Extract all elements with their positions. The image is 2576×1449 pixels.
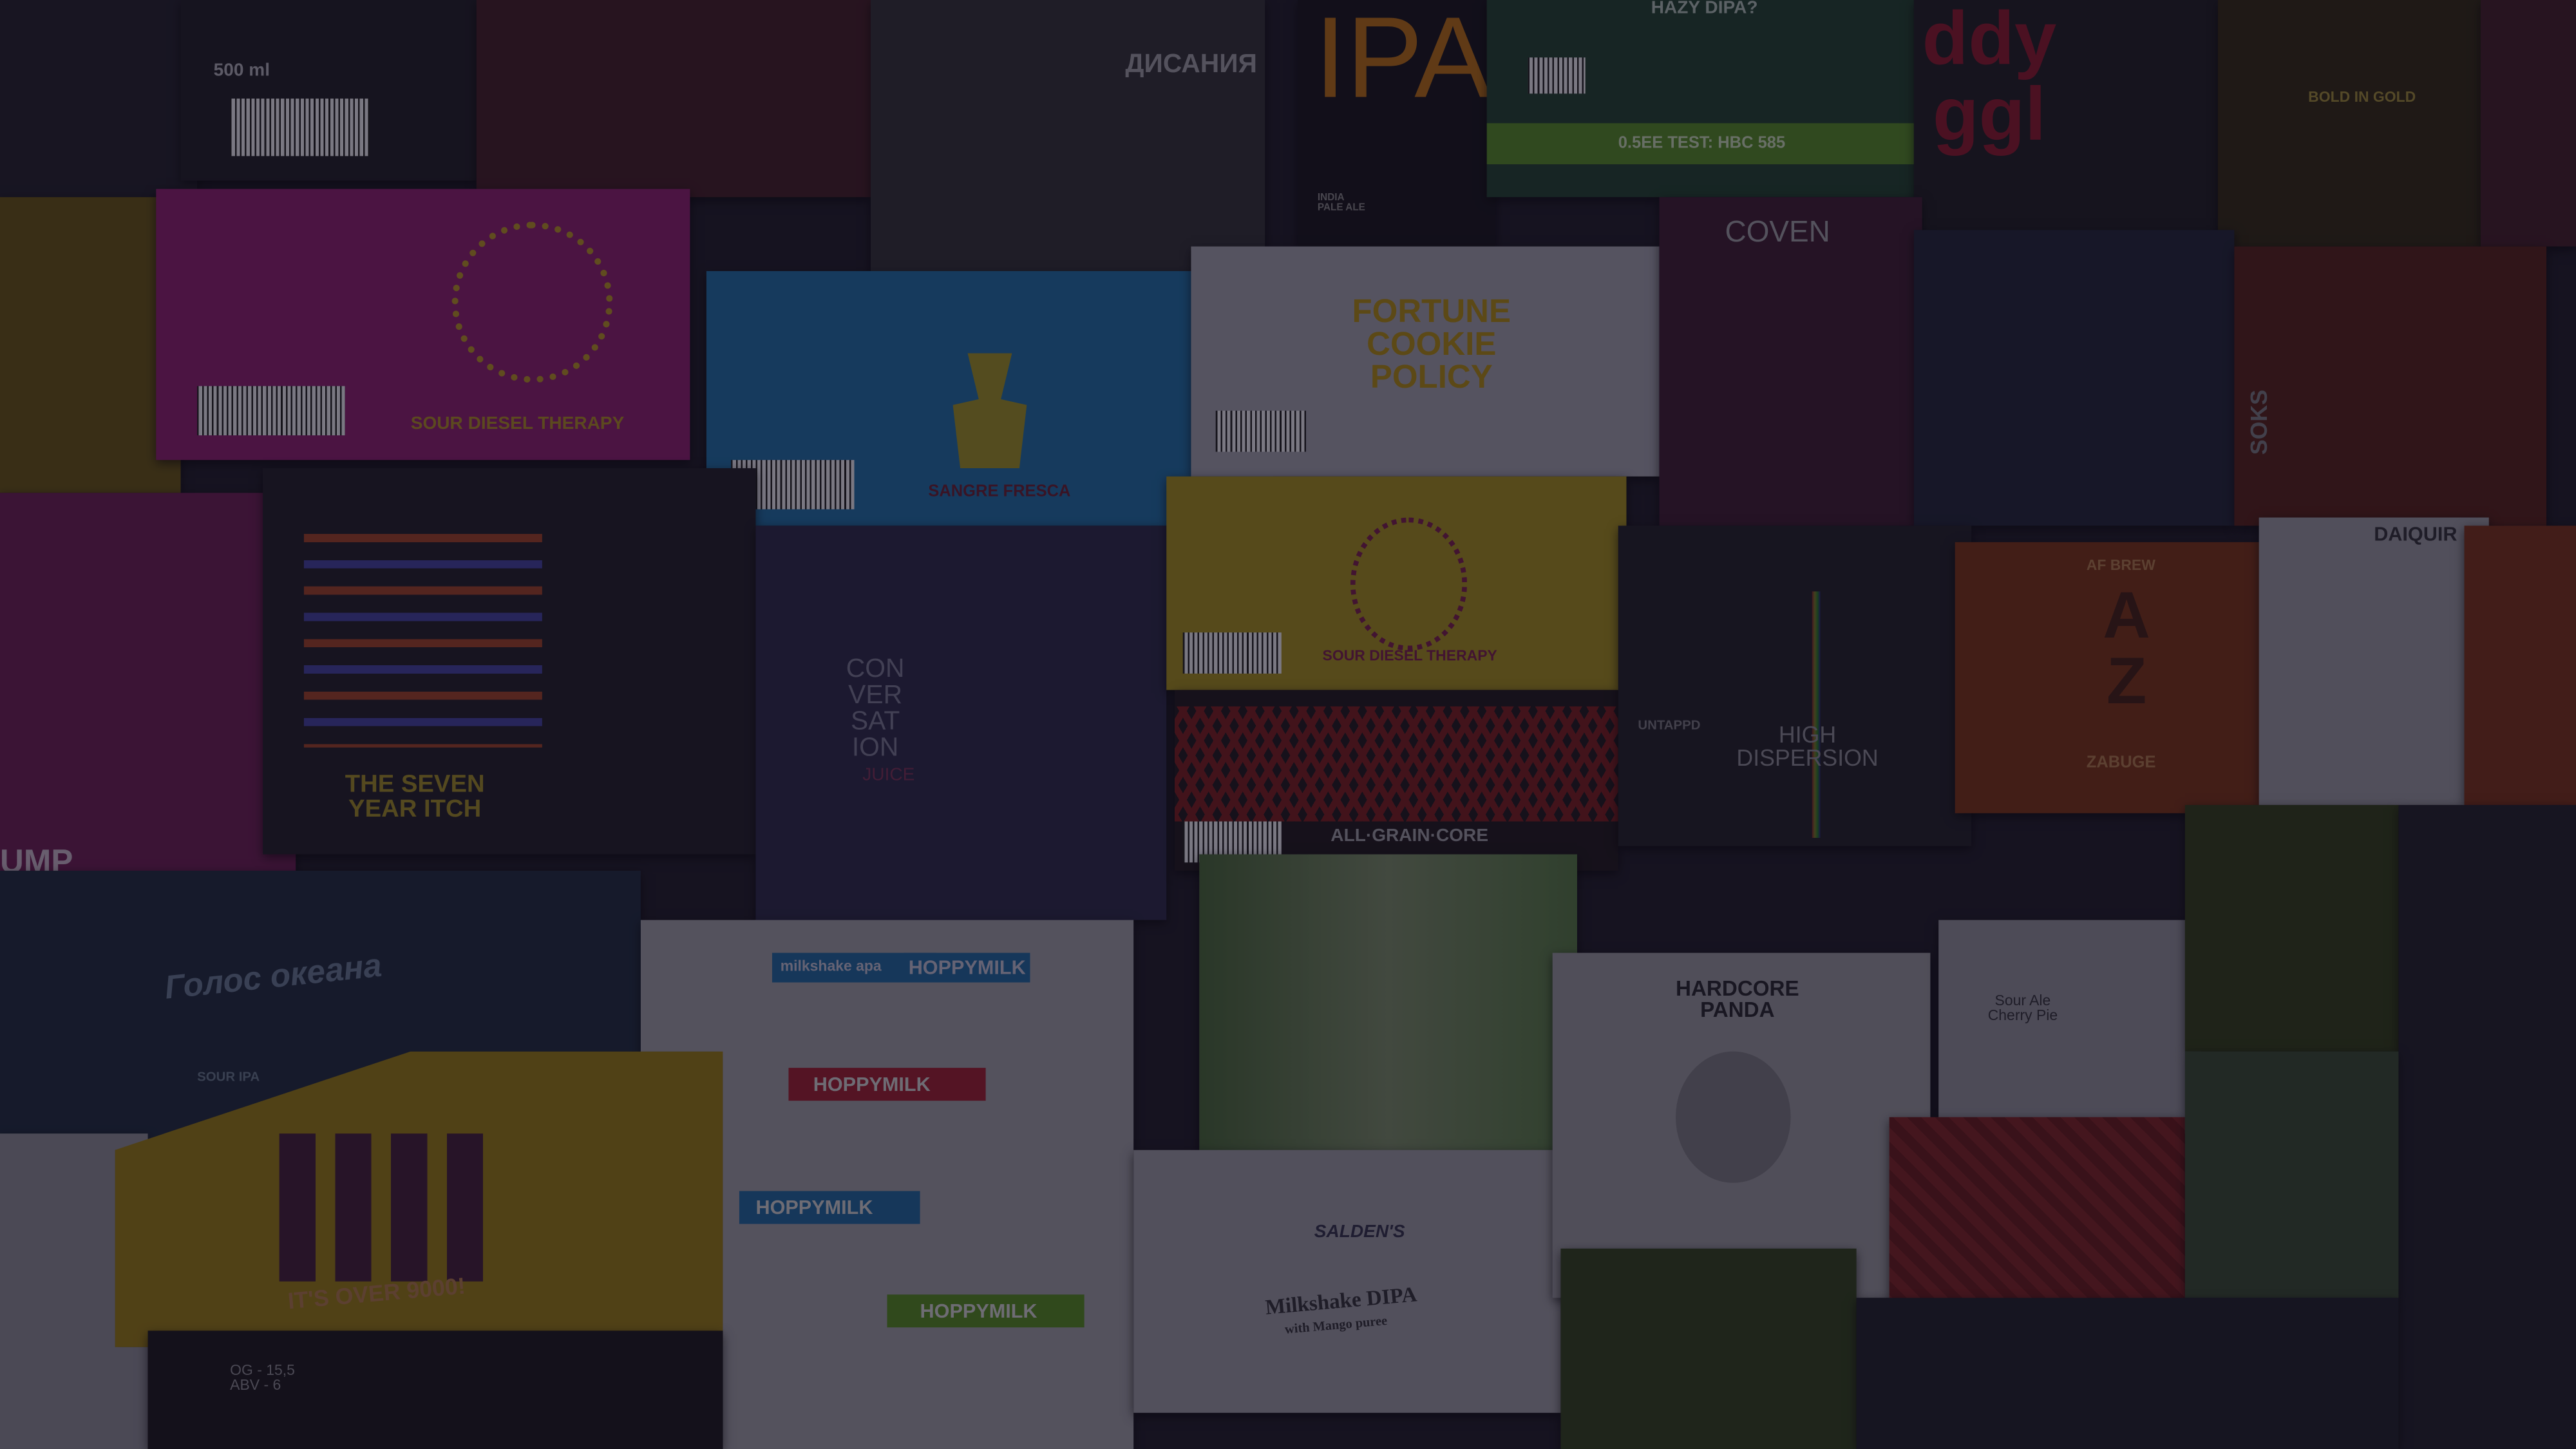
- label-bottom-right: [1856, 1298, 2399, 1449]
- rainbow: [1812, 591, 1821, 838]
- label-conversation: CON VER SAT ION JUICE: [755, 526, 1167, 920]
- label-bold-gold: BOLD IN GOLD: [2217, 0, 2481, 247]
- hazy-green-bar: 0.5EE TEST: HBC 585: [1486, 123, 1914, 165]
- ocean-text: Голос океана: [163, 948, 384, 1007]
- label-az: AF BREW A Z ZABUGE: [1955, 542, 2268, 813]
- goblets-icon: [952, 353, 1027, 469]
- high-dispersion-text: HIGH DISPERSION: [1736, 721, 1879, 771]
- label-green-city: [1199, 854, 1577, 1183]
- soks-text: SOKS: [2245, 389, 2272, 455]
- az-text: A Z: [2103, 580, 2150, 718]
- hardcore-panda-text: HARDCORE PANDA: [1676, 976, 1799, 1022]
- label-green-bottom: [1560, 1248, 1857, 1449]
- label-high-dispersion: UNTAPPD HIGH DISPERSION: [1618, 526, 1972, 846]
- coven-text: COVEN: [1725, 215, 1830, 249]
- label-coven: COVEN: [1659, 197, 1922, 526]
- conversation-sub: JUICE: [862, 765, 915, 786]
- barcode: [197, 386, 345, 436]
- label-seven-year-itch: THE SEVEN YEAR ITCH: [263, 468, 756, 855]
- label-hardcore-panda: HARDCORE PANDA: [1552, 952, 1931, 1298]
- label-500ml: 500 ml: [180, 0, 477, 181]
- label-all-grain-core: ALL·GRAIN·CORE: [1174, 690, 1618, 871]
- label-dark-blue: [1913, 230, 2235, 526]
- label-guitar: [476, 0, 871, 198]
- label-top-left-dark: [0, 0, 198, 198]
- label-dysania: ДИСАНИЯ: [871, 0, 1265, 279]
- icon-grid: [279, 1133, 485, 1282]
- conversation-text: CON VER SAT ION: [846, 655, 905, 762]
- hazy-dipa-text: HAZY DIPA?: [1651, 0, 1758, 19]
- label-sour-ale: Sour Ale Cherry Pie: [1938, 920, 2202, 1134]
- milkshake-apa-text: milkshake apa: [780, 958, 882, 974]
- label-green-text: [2184, 804, 2399, 1052]
- panda-icon: [1676, 1051, 1791, 1183]
- milkshake-dipa-text: Milkshake DIPA: [1264, 1281, 1418, 1320]
- dysania-text: ДИСАНИЯ: [1125, 51, 1257, 79]
- untappd-text: UNTAPPD: [1638, 717, 1701, 733]
- volume-text: 500 ml: [213, 61, 270, 80]
- hoppymilk-text: HOPPYMILK: [904, 952, 1031, 983]
- label-ipa: IPA INDIA PALE ALE: [1298, 0, 1495, 247]
- all-grain-core-text: ALL·GRAIN·CORE: [1331, 826, 1489, 846]
- az-sub: ZABUGE: [2086, 753, 2156, 772]
- sour-diesel-text: SOUR DIESEL THERAPY: [410, 413, 625, 434]
- ocean-sub: SOUR IPA: [197, 1069, 260, 1084]
- barcode: [1182, 632, 1282, 674]
- og-text: OG - 15,5 ABV - 6: [230, 1361, 295, 1394]
- red-pattern: [1174, 706, 1618, 822]
- label-soks: SOKS: [2234, 246, 2547, 526]
- hoppymilk-text: HOPPYMILK: [813, 1072, 931, 1096]
- sangre-fresca-text: SANGRE FRESCA: [928, 482, 1071, 502]
- az-brew-text: AF BREW: [2086, 556, 2155, 574]
- barcode: [1528, 57, 1586, 94]
- barcode: [1215, 410, 1307, 452]
- seven-year-itch-text: THE SEVEN YEAR ITCH: [345, 770, 485, 824]
- label-yellow-pattern: [0, 197, 181, 493]
- daddy-text: ddy ggl: [1922, 0, 2057, 156]
- label-top-right: [2481, 0, 2576, 247]
- milkshake-dipa-sub: with Mango puree: [1284, 1312, 1388, 1337]
- saldens-text: SALDEN'S: [1314, 1222, 1405, 1242]
- stripes: [303, 534, 542, 748]
- daiquiri-text: DAIQUIR: [2374, 522, 2458, 545]
- smiley-icon: [1350, 517, 1468, 651]
- bold-gold-text: BOLD IN GOLD: [2308, 88, 2416, 106]
- hoppymilk-text: HOPPYMILK: [920, 1299, 1037, 1323]
- label-bottom-dark: OG - 15,5 ABV - 6: [147, 1331, 723, 1449]
- sour-ale-text: Sour Ale Cherry Pie: [1987, 992, 2058, 1024]
- smiley-icon: [451, 222, 613, 383]
- label-sour-diesel-yellow: SOUR DIESEL THERAPY: [1166, 476, 1627, 690]
- sour-diesel-yellow-text: SOUR DIESEL THERAPY: [1322, 647, 1497, 664]
- label-milkshake-dipa: SALDEN'S Milkshake DIPA with Mango puree: [1133, 1150, 1561, 1413]
- fortune-cookie-text: FORTUNE COOKIE POLICY: [1352, 294, 1511, 396]
- label-fortune-cookie: FORTUNE COOKIE POLICY: [1191, 246, 1660, 477]
- label-sour-diesel-magenta: SOUR DIESEL THERAPY: [156, 189, 690, 460]
- ipa-sub: INDIA PALE ALE: [1317, 194, 1365, 214]
- barcode: [230, 99, 370, 156]
- label-daddy: ddy ggl: [1913, 0, 2218, 231]
- ipa-text: IPA: [1314, 0, 1492, 122]
- label-green-pattern: [2184, 1051, 2399, 1298]
- hoppymilk-text: HOPPYMILK: [755, 1196, 873, 1219]
- label-orange-right: [2464, 526, 2576, 805]
- hazy-bar-text: 0.5EE TEST: HBC 585: [1618, 135, 1786, 153]
- label-daiquiri: DAIQUIR: [2259, 517, 2489, 805]
- label-hazy-dipa: HAZY DIPA? 0.5EE TEST: HBC 585: [1486, 0, 1914, 198]
- label-right-dark: [2398, 804, 2576, 1449]
- collage: 500 ml ДИСАНИЯ IPA INDIA PALE ALE HAZY D…: [0, 0, 2576, 1449]
- label-red-knit: [1889, 1117, 2185, 1323]
